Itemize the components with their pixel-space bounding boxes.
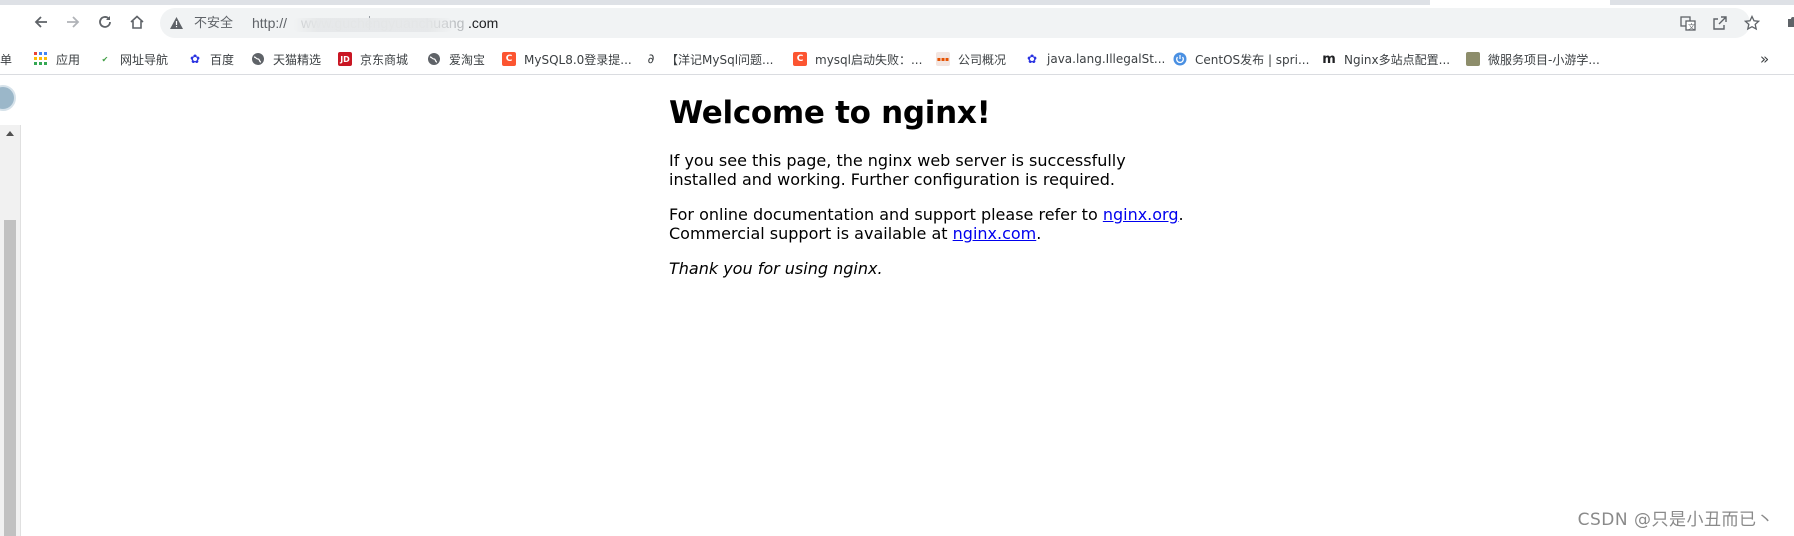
csdn-c-icon: C (793, 52, 807, 66)
bookmark-label: 网址导航 (120, 52, 169, 67)
nginx-com-link[interactable]: nginx.com (953, 224, 1037, 243)
scroll-up-arrow-icon[interactable] (6, 131, 14, 136)
bookmark-label: 公司概况 (958, 52, 1007, 67)
globe-icon (427, 52, 441, 66)
bookmark-item[interactable]: ✿ 百度 (188, 50, 234, 68)
bookmark-label: Nginx多站点配置... (1344, 52, 1451, 67)
nginx-org-link[interactable]: nginx.org (1103, 205, 1179, 224)
bookmark-item[interactable]: m Nginx多站点配置... (1322, 50, 1450, 68)
hao-icon: ✔ (98, 52, 112, 66)
documentation-message: For online documentation and support ple… (669, 205, 1189, 243)
translate-icon[interactable]: 文 (1680, 15, 1696, 31)
bookmarks-bar: 单 应用 ✔ 网址导航 ✿ 百度 天猫精选 JD 京东商城 爱淘宝 C MySQ… (0, 42, 1794, 75)
bookmark-item[interactable]: ▪▪▪ 公司概况 (936, 50, 1006, 68)
install-message: If you see this page, the nginx web serv… (669, 151, 1126, 189)
puzzle-icon (1788, 17, 1794, 27)
bookmark-label: 百度 (210, 52, 235, 67)
bookmark-item[interactable]: ∂ 【洋记MySql问题... (644, 50, 774, 68)
browser-toolbar: 不安全 http:// www.guchengyuanchuang .com 文 (0, 0, 1794, 42)
side-avatar[interactable] (0, 85, 16, 111)
reload-button[interactable] (92, 9, 118, 35)
bookmark-label: 应用 (56, 52, 81, 67)
bookmark-item[interactable]: 应用 (34, 50, 80, 68)
script-a-icon: ∂ (647, 51, 655, 67)
commercial-text: Commercial support is available at (669, 224, 953, 243)
svg-text:文: 文 (1688, 22, 1695, 31)
apps-grid-icon (34, 52, 48, 66)
doc-text: For online documentation and support ple… (669, 205, 1103, 224)
bookmark-cut-off-label: 单 (0, 53, 13, 67)
url-blur-mask (293, 18, 453, 32)
image-thumb-icon (1466, 52, 1480, 66)
scrollbar-thumb[interactable] (4, 220, 16, 536)
home-icon (130, 15, 144, 29)
jd-icon: JD (338, 52, 352, 66)
nginx-welcome: Welcome to nginx! If you see this page, … (669, 95, 1189, 294)
bookmarks-overflow-button[interactable]: » (1760, 50, 1769, 68)
tab-strip (0, 0, 1794, 5)
bookmark-star-icon[interactable] (1744, 15, 1760, 31)
doc-period: . (1178, 205, 1184, 224)
side-panel-scrollbar[interactable] (0, 125, 21, 536)
forward-button[interactable] (60, 9, 86, 35)
bookmark-item[interactable]: 天猫精选 (251, 50, 321, 68)
baidu-paw-icon: ✿ (1026, 52, 1038, 66)
page-title: Welcome to nginx! (669, 95, 991, 131)
security-label[interactable]: 不安全 (194, 8, 233, 38)
commercial-period: . (1036, 224, 1042, 243)
bookmark-label: 【洋记MySql问题... (666, 52, 774, 67)
reload-icon (99, 16, 111, 28)
bookmark-label: MySQL8.0登录提... (524, 52, 632, 67)
bookmark-item[interactable]: C mysql启动失败：... (793, 50, 922, 68)
bookmark-label: 京东商城 (360, 52, 409, 67)
extensions-button[interactable] (1780, 9, 1794, 35)
address-bar[interactable]: 不安全 http:// www.guchengyuanchuang .com 文 (160, 8, 1760, 38)
arrow-right-icon (67, 16, 80, 28)
power-icon (1173, 52, 1187, 66)
warning-icon[interactable] (168, 15, 184, 31)
watermark: CSDN @只是小丑而已丶 (1577, 510, 1774, 530)
active-tab-edge[interactable] (1430, 0, 1610, 5)
baidu-paw-icon: ✿ (189, 52, 201, 66)
bookmark-label: 微服务项目-小游学... (1488, 52, 1600, 67)
back-button[interactable] (28, 9, 54, 35)
bookmark-item[interactable]: ✿ java.lang.IllegalSt... (1025, 50, 1165, 68)
csdn-c-icon: C (502, 52, 516, 66)
url-scheme: http:// (252, 15, 288, 31)
bookmark-item[interactable]: 爱淘宝 (427, 50, 485, 68)
bookmark-item[interactable]: JD 京东商城 (338, 50, 408, 68)
bookmark-label: java.lang.IllegalSt... (1047, 52, 1166, 66)
page-viewport: Welcome to nginx! If you see this page, … (0, 75, 1794, 536)
arrow-left-icon (34, 16, 47, 28)
bookmark-item[interactable]: C MySQL8.0登录提... (502, 50, 632, 68)
url-tail: .com (468, 15, 499, 31)
share-icon[interactable] (1712, 15, 1728, 31)
site-icon: ▪▪▪ (936, 52, 950, 66)
bookmark-label: 爱淘宝 (449, 52, 486, 67)
thank-you-text: Thank you for using nginx. (669, 259, 883, 278)
m-icon: m (1322, 51, 1336, 67)
bookmark-label: mysql启动失败：... (815, 52, 923, 67)
bookmark-item[interactable]: CentOS发布 | spri... (1173, 50, 1309, 68)
home-button[interactable] (124, 9, 150, 35)
bookmark-item[interactable]: 微服务项目-小游学... (1466, 50, 1600, 68)
globe-icon (251, 52, 265, 66)
bookmark-label: CentOS发布 | spri... (1195, 52, 1310, 67)
bookmark-label: 天猫精选 (273, 52, 322, 67)
bookmark-item[interactable]: ✔ 网址导航 (98, 50, 168, 68)
thank-you-message: Thank you for using nginx. (669, 259, 1189, 278)
